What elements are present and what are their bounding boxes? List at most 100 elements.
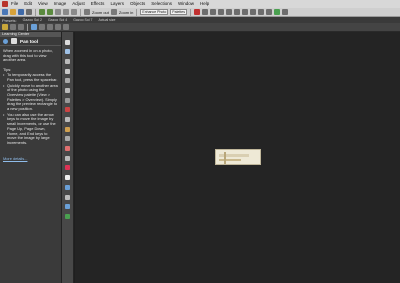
selection-tool[interactable] [64, 67, 72, 75]
eraser-icon [65, 146, 70, 152]
option-icon[interactable] [63, 24, 69, 30]
text-icon [65, 175, 70, 181]
redo-icon[interactable] [47, 9, 53, 15]
option-icon[interactable] [10, 24, 16, 30]
tools-palette [62, 32, 74, 283]
hand-icon [65, 39, 70, 45]
zoom-in-icon[interactable] [110, 9, 117, 15]
menu-effects[interactable]: Effects [91, 0, 105, 8]
clone-icon [65, 117, 70, 122]
paint-brush-tool[interactable] [64, 125, 72, 133]
straighten-tool[interactable] [64, 96, 72, 104]
text-tool[interactable] [64, 174, 72, 182]
dropper-tool[interactable] [64, 77, 72, 85]
brush-icon [65, 126, 70, 132]
tool-options-bar [0, 23, 400, 32]
pen-icon [65, 194, 70, 200]
toolbar-separator [136, 8, 138, 16]
rotate-left-icon[interactable] [217, 9, 224, 15]
tip-item: To temporarily access the Pan tool, pres… [3, 72, 58, 82]
enhance-photo-dropdown[interactable]: Enhance Photo [140, 9, 169, 15]
brightness-icon[interactable] [249, 9, 256, 15]
crop-icon [65, 87, 70, 93]
retouch-icon [65, 136, 70, 142]
red-eye-icon [65, 107, 70, 113]
resize-icon[interactable] [241, 9, 248, 15]
flood-fill-tool[interactable] [64, 154, 72, 162]
tip-item: Quickly move to another area of the phot… [3, 83, 58, 112]
toolbar-separator [35, 8, 36, 16]
clone-tool[interactable] [64, 116, 72, 124]
option-icon[interactable] [55, 24, 61, 30]
zoom-tool[interactable] [64, 48, 72, 56]
toolbar-separator [80, 8, 81, 16]
color-balance-icon[interactable] [257, 9, 264, 15]
back-arrow-icon[interactable] [3, 38, 8, 44]
app-icon[interactable] [2, 1, 8, 7]
deform-tool[interactable] [64, 57, 72, 65]
selection-icon [65, 68, 70, 74]
crop-tool[interactable] [64, 86, 72, 94]
flip-icon[interactable] [233, 9, 240, 15]
straighten-icon [65, 97, 70, 103]
red-eye-icon[interactable] [193, 9, 200, 15]
preset-icon[interactable] [2, 24, 8, 30]
menu-help[interactable]: Help [200, 0, 209, 8]
pan-tool-icon [11, 38, 17, 44]
red-eye-tool[interactable] [64, 106, 72, 114]
rotate-right-icon[interactable] [225, 9, 232, 15]
more-details-link[interactable]: More details... [3, 156, 27, 161]
toolbar-separator [189, 8, 191, 16]
retouch-tool[interactable] [64, 135, 72, 143]
pan-tool[interactable] [64, 38, 72, 46]
presets-label: Presets: [2, 17, 17, 23]
menu-window[interactable]: Window [178, 0, 194, 8]
warp-icon [65, 204, 70, 210]
straighten-icon[interactable] [209, 9, 216, 15]
pen-tool[interactable] [64, 193, 72, 201]
option-icon[interactable] [39, 24, 45, 30]
menu-edit[interactable]: Edit [24, 0, 32, 8]
menu-adjust[interactable]: Adjust [72, 0, 85, 8]
menu-selections[interactable]: Selections [151, 0, 172, 8]
script-icon[interactable] [273, 9, 280, 15]
tip-item: You can also use the arrow keys to move … [3, 112, 58, 146]
photo-canvas[interactable] [215, 149, 261, 165]
image-workspace[interactable] [75, 32, 400, 283]
paste-icon[interactable] [71, 9, 77, 15]
menu-layers[interactable]: Layers [110, 0, 124, 8]
sharpen-icon[interactable] [265, 9, 272, 15]
zoom-in-label[interactable]: Zoom in [119, 10, 133, 15]
option-icon[interactable] [18, 24, 24, 30]
copy-icon[interactable] [63, 9, 69, 15]
menu-file[interactable]: File [11, 0, 18, 8]
zoom-out-label[interactable]: Zoom out [92, 10, 109, 15]
cut-icon[interactable] [55, 9, 61, 15]
new-icon[interactable] [2, 9, 8, 15]
fill-icon [65, 155, 70, 161]
standard-toolbar: Zoom out Zoom in Enhance Photo Palettes [0, 8, 400, 17]
zoom-out-icon[interactable] [84, 9, 90, 15]
menu-objects[interactable]: Objects [130, 0, 145, 8]
print-icon[interactable] [26, 9, 32, 15]
learning-center-title: Pan tool [20, 38, 39, 44]
open-icon[interactable] [10, 9, 16, 15]
color-tool[interactable] [64, 212, 72, 220]
save-icon[interactable] [18, 9, 24, 15]
warp-tool[interactable] [64, 203, 72, 211]
option-icon[interactable] [47, 24, 53, 30]
help-icon[interactable] [281, 9, 288, 15]
shape-icon [65, 184, 70, 190]
learning-center-title-row: Pan tool [0, 37, 61, 46]
palettes-dropdown[interactable]: Palettes [170, 9, 187, 15]
zoom-icon[interactable] [31, 24, 37, 30]
crop-icon[interactable] [201, 9, 208, 15]
eraser-tool[interactable] [64, 145, 72, 153]
menu-view[interactable]: View [38, 0, 48, 8]
shape-tool[interactable] [64, 183, 72, 191]
dropper-icon [65, 78, 70, 84]
undo-icon[interactable] [39, 9, 45, 15]
picture-tube-tool[interactable] [64, 164, 72, 172]
color-icon [65, 213, 70, 219]
menu-image[interactable]: Image [54, 0, 67, 8]
